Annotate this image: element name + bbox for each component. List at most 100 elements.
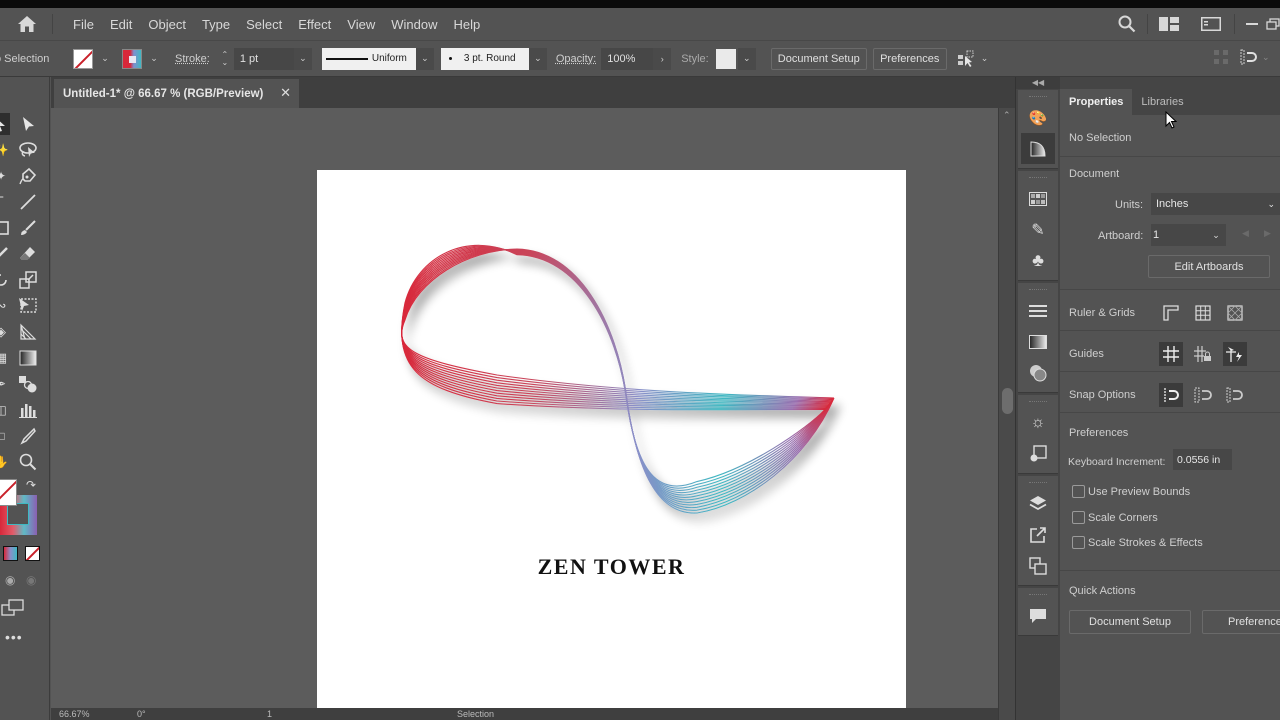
- menu-view[interactable]: View: [339, 17, 383, 32]
- direct-selection-tool[interactable]: [17, 113, 39, 135]
- stroke-dropdown[interactable]: ⌄: [145, 48, 163, 70]
- line-segment-tool[interactable]: [17, 191, 39, 213]
- scale-strokes-effects-label[interactable]: Scale Strokes & Effects: [1088, 537, 1203, 549]
- align-grid-icon[interactable]: [1214, 50, 1228, 67]
- panel-grip[interactable]: [1029, 289, 1047, 291]
- width-tool[interactable]: ∾: [0, 295, 12, 317]
- shape-builder-tool[interactable]: ◈: [0, 321, 12, 343]
- color-panel-button[interactable]: 🎨: [1018, 102, 1058, 133]
- stroke-swatch[interactable]: [122, 48, 142, 69]
- vertical-scroll-thumb[interactable]: [1002, 388, 1013, 414]
- fill-color-box[interactable]: [0, 479, 17, 506]
- swatches-panel-button[interactable]: [1018, 183, 1058, 214]
- document-tab[interactable]: Untitled-1* @ 66.67 % (RGB/Preview) ✕: [54, 79, 299, 108]
- status-tool[interactable]: Selection: [457, 709, 494, 719]
- panel-grip[interactable]: [1029, 401, 1047, 403]
- next-artboard-icon[interactable]: ▶: [1264, 228, 1271, 239]
- infinity-ribbon-artwork[interactable]: [317, 170, 906, 715]
- menu-window[interactable]: Window: [383, 17, 445, 32]
- stepper-down-icon[interactable]: ⌄: [222, 58, 229, 67]
- edit-artboards-button[interactable]: Edit Artboards: [1148, 255, 1270, 278]
- menu-select[interactable]: Select: [238, 17, 290, 32]
- blend-tool[interactable]: [17, 373, 39, 395]
- artboards-panel-button[interactable]: [1018, 550, 1058, 581]
- style-swatch[interactable]: [715, 48, 736, 69]
- snap-dropdown-icon[interactable]: ⌄: [1262, 52, 1270, 63]
- show-rulers-button[interactable]: [1159, 301, 1183, 325]
- minimize-button[interactable]: [1246, 22, 1258, 26]
- anchor-tool[interactable]: ✦: [0, 165, 12, 187]
- fill-swatch[interactable]: [73, 48, 93, 69]
- panel-grip[interactable]: [1029, 177, 1047, 179]
- draw-inside-button[interactable]: ◉: [26, 573, 36, 587]
- graphic-styles-panel-button[interactable]: [1018, 438, 1058, 469]
- document-setup-button[interactable]: Document Setup: [770, 47, 867, 70]
- profile-dropdown[interactable]: ⌄: [415, 47, 434, 70]
- screen-mode-button[interactable]: [0, 599, 26, 620]
- workspace-switcher-button[interactable]: [1201, 17, 1221, 31]
- smart-guides-button[interactable]: [1223, 342, 1247, 366]
- eraser-tool[interactable]: [17, 243, 39, 265]
- panel-grip[interactable]: [1029, 96, 1047, 98]
- style-dropdown[interactable]: ⌄: [737, 47, 756, 70]
- artboard-dropdown[interactable]: ⌄: [1206, 224, 1226, 246]
- perspective-grid-tool[interactable]: [17, 321, 39, 343]
- menu-effect[interactable]: Effect: [290, 17, 339, 32]
- select-similar-button[interactable]: ⌄: [957, 50, 989, 68]
- brush-definition[interactable]: 3 pt. Round: [440, 47, 529, 70]
- snap-to-pixel-grid-button[interactable]: [1223, 383, 1247, 407]
- gradient-tool[interactable]: [17, 347, 39, 369]
- search-button[interactable]: [1118, 15, 1136, 33]
- layers-panel-button[interactable]: [1018, 488, 1058, 519]
- artboard[interactable]: ZEN TOWER: [317, 170, 906, 715]
- units-select[interactable]: Inches ⌄: [1151, 193, 1280, 215]
- status-rotation[interactable]: 0°: [137, 709, 217, 719]
- symbol-sprayer-tool[interactable]: ◫: [0, 399, 12, 421]
- scale-corners-label[interactable]: Scale Corners: [1088, 512, 1158, 524]
- magic-wand-tool[interactable]: ✨: [0, 139, 12, 161]
- rotate-tool[interactable]: [0, 269, 12, 291]
- selection-tool[interactable]: [0, 113, 10, 135]
- draw-mode-button[interactable]: ◉: [5, 573, 15, 587]
- pencil-tool[interactable]: [0, 243, 12, 265]
- show-grid-button[interactable]: [1191, 301, 1215, 325]
- opacity-expand[interactable]: ›: [653, 47, 672, 70]
- panel-grip[interactable]: [1029, 594, 1047, 596]
- artboard-tool[interactable]: □: [0, 425, 12, 447]
- preferences-button[interactable]: Preferences: [872, 47, 947, 70]
- scale-corners-checkbox[interactable]: [1072, 511, 1085, 524]
- symbols-panel-button[interactable]: ♣: [1018, 245, 1058, 276]
- transparency-panel-button[interactable]: [1018, 357, 1058, 388]
- keyboard-increment-field[interactable]: 0.0556 in: [1173, 449, 1232, 470]
- snap-to-pixel-button[interactable]: ⌄: [1240, 49, 1270, 65]
- lock-guides-button[interactable]: [1191, 342, 1215, 366]
- stroke-panel-button[interactable]: [1018, 295, 1058, 326]
- previous-artboard-icon[interactable]: ◀: [1242, 228, 1249, 239]
- rectangle-tool[interactable]: [0, 217, 12, 239]
- color-guide-panel-button[interactable]: [1021, 133, 1055, 164]
- menu-help[interactable]: Help: [445, 17, 488, 32]
- stroke-weight-field[interactable]: 1 pt: [233, 47, 294, 70]
- slice-tool[interactable]: [17, 425, 39, 447]
- use-preview-bounds-label[interactable]: Use Preview Bounds: [1088, 486, 1190, 498]
- scroll-up-icon[interactable]: ⌃: [1003, 110, 1011, 121]
- opacity-field[interactable]: 100%: [601, 47, 654, 70]
- brush-dropdown[interactable]: ⌄: [528, 47, 547, 70]
- fill-dropdown[interactable]: ⌄: [96, 48, 114, 70]
- swap-fill-stroke-button[interactable]: ↷: [26, 478, 36, 492]
- artboard-select[interactable]: 1: [1151, 224, 1206, 246]
- show-guides-button[interactable]: [1159, 342, 1183, 366]
- snap-to-point-button[interactable]: [1159, 383, 1183, 407]
- tab-libraries[interactable]: Libraries: [1132, 89, 1192, 115]
- eyedropper-tool[interactable]: ✒: [0, 373, 12, 395]
- arrange-documents-button[interactable]: [1159, 17, 1179, 31]
- menu-file[interactable]: File: [65, 17, 102, 32]
- select-similar-dropdown-icon[interactable]: ⌄: [981, 53, 989, 64]
- canvas[interactable]: ZEN TOWER: [51, 108, 1001, 715]
- menu-type[interactable]: Type: [194, 17, 238, 32]
- hand-tool[interactable]: ✋: [0, 451, 12, 473]
- gradient-mode-button[interactable]: [3, 546, 18, 561]
- paintbrush-tool[interactable]: [17, 217, 39, 239]
- vertical-scrollbar[interactable]: ⌃: [998, 108, 1015, 720]
- pen-tool[interactable]: [17, 165, 39, 187]
